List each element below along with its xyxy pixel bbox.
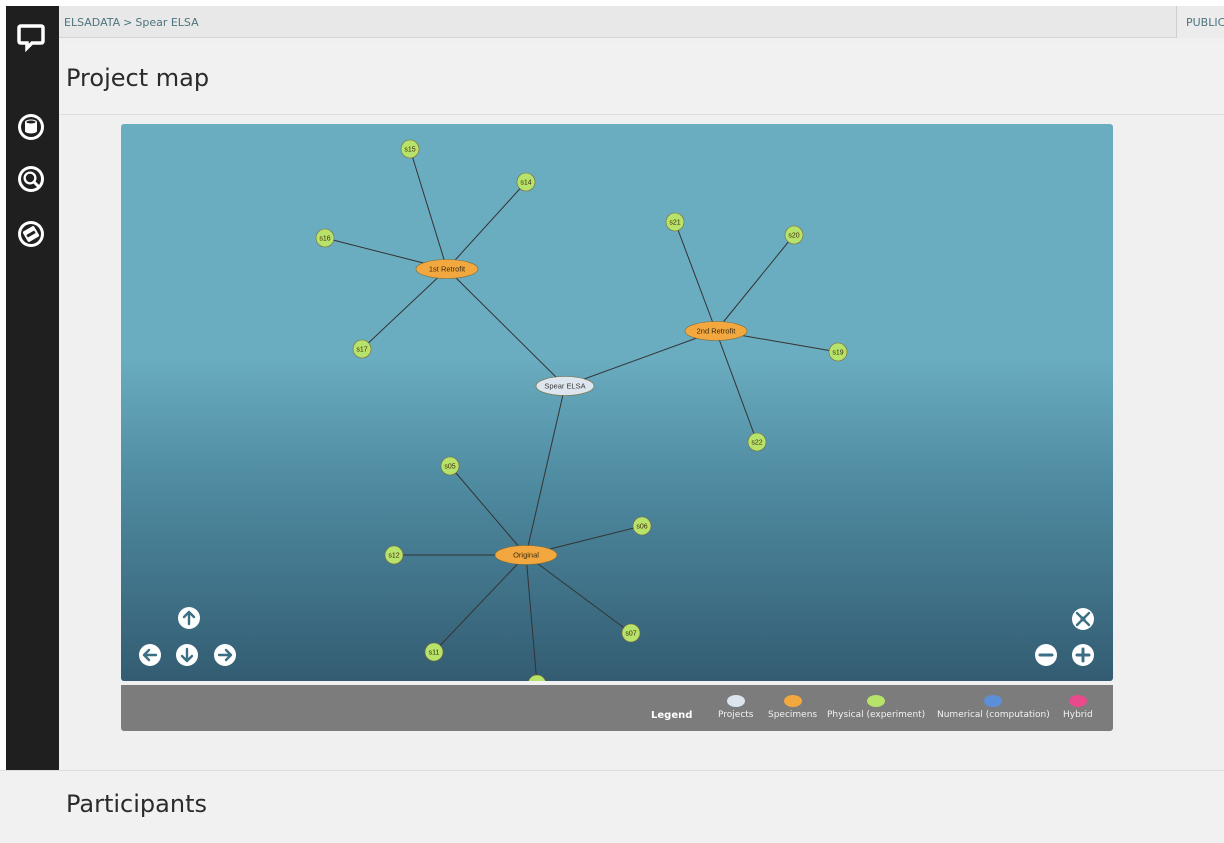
project-map-header (59, 43, 1224, 115)
legend-swatch (783, 695, 802, 707)
graph-edge-orig-s07 (525, 554, 632, 634)
search-icon[interactable] (16, 164, 46, 194)
graph-node-label: s19 (832, 350, 843, 357)
zoom-out-icon[interactable] (1035, 644, 1057, 666)
graph-node-spear[interactable]: Spear ELSA (535, 376, 595, 396)
graph-node-s06[interactable]: s06 (632, 516, 652, 536)
graph-edge-spear-r2 (564, 330, 717, 387)
visibility-badge: PUBLIC (1176, 6, 1224, 38)
graph-node-label: s17 (356, 347, 367, 354)
graph-node-label: Spear ELSA (544, 382, 585, 391)
graph-node-label: Original (513, 551, 539, 560)
graph-edge-r2-s21 (674, 221, 717, 332)
graph-node-s19[interactable]: s19 (828, 342, 848, 362)
graph-edge-r1-s15 (409, 148, 448, 270)
graph-node-label: s05 (444, 464, 455, 471)
graph-node-shape (528, 674, 546, 681)
graph-edge-orig-sx (525, 554, 538, 681)
legend-swatch (726, 695, 745, 707)
project-map-title: Project map (66, 64, 210, 92)
graph-node-r2[interactable]: 2nd Retrofit (684, 321, 748, 341)
legend-item-projects: Projects (718, 695, 753, 720)
zoom-in-icon[interactable] (1072, 644, 1094, 666)
legend-label: Specimens (768, 710, 818, 720)
project-map-canvas[interactable]: Spear ELSA 1st Retrofit 2nd Retrofit Origin… (121, 124, 1113, 681)
breadcrumb-root-link[interactable]: ELSADATA (64, 16, 120, 29)
legend-label: Physical (experiment) (827, 710, 926, 720)
database-icon[interactable] (16, 112, 46, 142)
graph-edge-r2-s22 (715, 330, 758, 443)
graph-legend: Legend Projects Specimens Physical (expe… (121, 685, 1113, 731)
graph-node-label: s11 (429, 650, 440, 657)
graph-edge-r2-s20 (715, 234, 795, 332)
arrow-up-icon[interactable] (178, 607, 200, 629)
graph-node-s14[interactable]: s14 (516, 172, 536, 192)
legend-swatch (867, 695, 886, 707)
participants-title: Participants (66, 790, 207, 818)
arrow-left-icon[interactable] (139, 644, 161, 666)
graph-node-r1[interactable]: 1st Retrofit (415, 259, 479, 279)
legend-label: Projects (718, 710, 754, 720)
fit-to-screen-icon[interactable] (1072, 608, 1094, 630)
legend-item-numerical: Numerical (computation) (937, 695, 1050, 720)
legend-swatch (1068, 695, 1087, 707)
graph-node-label: s06 (636, 524, 647, 531)
graph-node-sx[interactable] (528, 674, 546, 681)
graph-edge-spear-orig (525, 385, 566, 556)
graph-node-label: s07 (625, 631, 636, 638)
pan-controls (139, 607, 236, 666)
graph-node-label: s22 (751, 440, 762, 447)
breadcrumb-current: Spear ELSA (135, 16, 199, 29)
graph-node-label: s14 (520, 180, 531, 187)
manual-book-icon[interactable] (16, 219, 46, 249)
legend-item-specimens: Specimens (768, 695, 817, 720)
legend-item-physical: Physical (experiment) (827, 695, 925, 720)
breadcrumb-bar: ELSADATA > Spear ELSA PUBLIC (59, 6, 1224, 38)
graph-node-s22[interactable]: s22 (747, 432, 767, 452)
graph-node-label: s21 (669, 220, 680, 227)
graph-node-label: s15 (404, 147, 415, 154)
chat-bubble-logo-icon[interactable] (16, 22, 46, 52)
graph-node-s12[interactable]: s12 (384, 545, 404, 565)
left-sidebar (6, 6, 59, 843)
graph-nodes: Spear ELSA 1st Retrofit 2nd Retrofit Origin… (315, 139, 848, 681)
arrow-down-icon[interactable] (176, 644, 198, 666)
graph-node-orig[interactable]: Original (494, 545, 558, 565)
graph-node-s21[interactable]: s21 (665, 212, 685, 232)
graph-node-s17[interactable]: s17 (352, 339, 372, 359)
legend-swatch (984, 695, 1003, 707)
legend-item-hybrid: Hybrid (1063, 695, 1093, 720)
graph-node-s20[interactable]: s20 (784, 225, 804, 245)
graph-edge-spear-r1 (446, 268, 566, 387)
graph-node-label: s20 (788, 233, 799, 240)
breadcrumb-separator: > (123, 16, 133, 29)
graph-node-s11[interactable]: s11 (424, 642, 444, 662)
legend-label: Hybrid (1063, 710, 1093, 720)
graph-edge-orig-s05 (449, 465, 527, 556)
graph-edge-orig-s11 (433, 554, 527, 653)
arrow-right-icon[interactable] (214, 644, 236, 666)
graph-node-label: 1st Retrofit (429, 265, 466, 274)
graph-node-label: 2nd Retrofit (697, 327, 737, 336)
graph-node-s15[interactable]: s15 (400, 139, 420, 159)
project-graph[interactable]: Spear ELSA 1st Retrofit 2nd Retrofit Origin… (121, 124, 1113, 681)
zoom-controls (1035, 608, 1094, 666)
graph-edges (324, 148, 839, 681)
graph-node-s05[interactable]: s05 (440, 456, 460, 476)
graph-node-label: s16 (319, 236, 330, 243)
graph-node-label: s12 (388, 553, 399, 560)
breadcrumb: ELSADATA > Spear ELSA (64, 16, 199, 29)
graph-node-s07[interactable]: s07 (621, 623, 641, 643)
legend-title: Legend (651, 710, 693, 721)
graph-node-s16[interactable]: s16 (315, 228, 335, 248)
graph-edge-r1-s14 (446, 181, 527, 270)
legend-label: Numerical (computation) (937, 710, 1050, 720)
graph-edge-r1-s17 (361, 268, 448, 350)
